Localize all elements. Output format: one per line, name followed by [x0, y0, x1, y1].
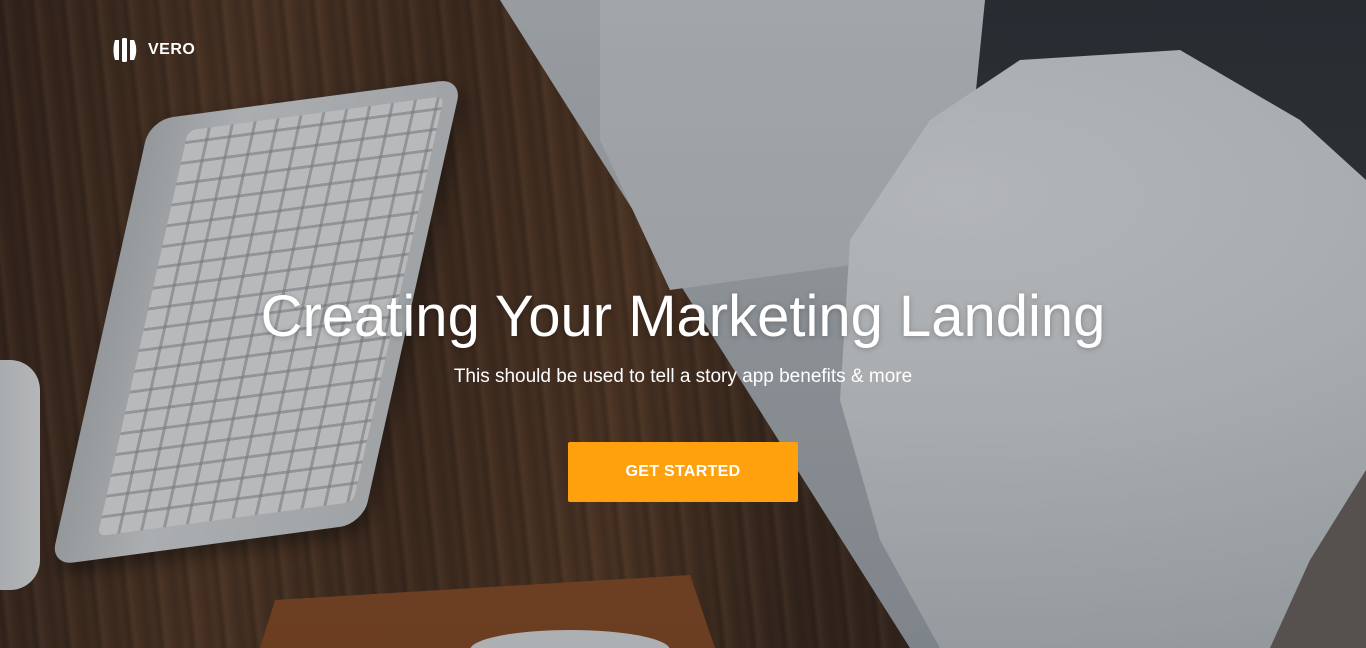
brand-name: VERO — [148, 41, 196, 58]
hero-headline: Creating Your Marketing Landing — [260, 284, 1106, 349]
vero-logo-icon — [113, 38, 137, 62]
hero-subtitle: This should be used to tell a story app … — [453, 366, 913, 387]
hero-section: VERO Creating Your Marketing Landing Thi… — [0, 0, 1366, 648]
get-started-button[interactable]: GET STARTED — [568, 442, 798, 502]
brand-link[interactable]: VERO — [112, 36, 195, 64]
